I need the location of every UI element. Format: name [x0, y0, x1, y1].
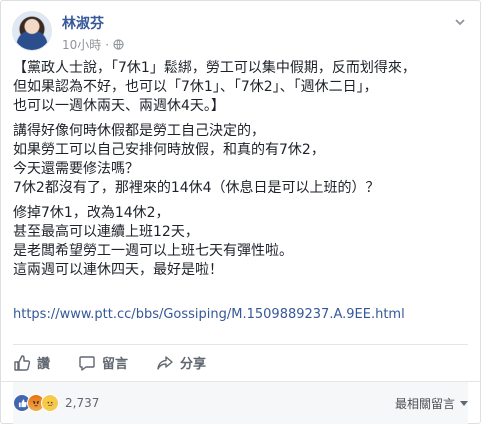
globe-icon[interactable]	[113, 39, 124, 50]
share-icon	[157, 355, 173, 370]
post-card: 林淑芬 10小時 · 【黨政人士說，「7休1」鬆綁，勞工可以集中假期，反而划得來…	[0, 0, 481, 424]
post-meta: 10小時 ·	[62, 36, 124, 53]
post-paragraph-1: 【黨政人士說，「7休1」鬆綁，勞工可以集中假期，反而划得來， 但如果認為不好，也…	[13, 60, 416, 114]
post-body: 【黨政人士說，「7休1」鬆綁，勞工可以集中假期，反而划得來， 但如果認為不好，也…	[13, 59, 473, 330]
chevron-down-icon[interactable]	[451, 13, 469, 31]
like-label: 讚	[37, 357, 51, 372]
like-button[interactable]: 讚	[13, 353, 50, 372]
post-paragraph-3: 修掉7休1，改為14休2， 甚至最高可以連續上班12天， 是老闆希望勞工一週可以…	[13, 205, 293, 278]
comment-sort-dropdown[interactable]: 最相關留言	[395, 395, 468, 412]
reactions-footer: 2,737 最相關留言	[13, 382, 468, 424]
comment-icon	[79, 355, 95, 371]
reactions-summary[interactable]: 2,737	[13, 394, 99, 412]
comment-label: 留言	[102, 357, 129, 372]
reaction-icons	[13, 394, 59, 412]
author-name[interactable]: 林淑芬	[62, 13, 104, 33]
post-link-row: https://www.ptt.cc/bbs/Gossiping/M.15098…	[13, 286, 473, 324]
post-time[interactable]: 10小時	[62, 36, 101, 53]
post-paragraph-2: 講得好像何時休假都是勞工自己決定的， 如果勞工可以自己安排何時放假，和真的有7休…	[13, 123, 380, 196]
post-link[interactable]: https://www.ptt.cc/bbs/Gossiping/M.15098…	[13, 307, 405, 322]
comment-sort-label: 最相關留言	[394, 396, 455, 411]
share-button[interactable]: 分享	[156, 353, 206, 372]
caret-down-icon	[460, 400, 468, 406]
action-bar: 讚 留言 分享	[13, 345, 468, 380]
comment-button[interactable]: 留言	[78, 353, 128, 372]
reaction-count[interactable]: 2,737	[65, 396, 99, 410]
share-label: 分享	[180, 357, 207, 372]
thumbs-up-icon	[14, 354, 31, 371]
meta-separator: ·	[105, 37, 110, 52]
avatar[interactable]	[12, 11, 52, 51]
post-header: 林淑芬 10小時 ·	[12, 11, 469, 61]
sad-reaction-icon	[41, 394, 59, 412]
